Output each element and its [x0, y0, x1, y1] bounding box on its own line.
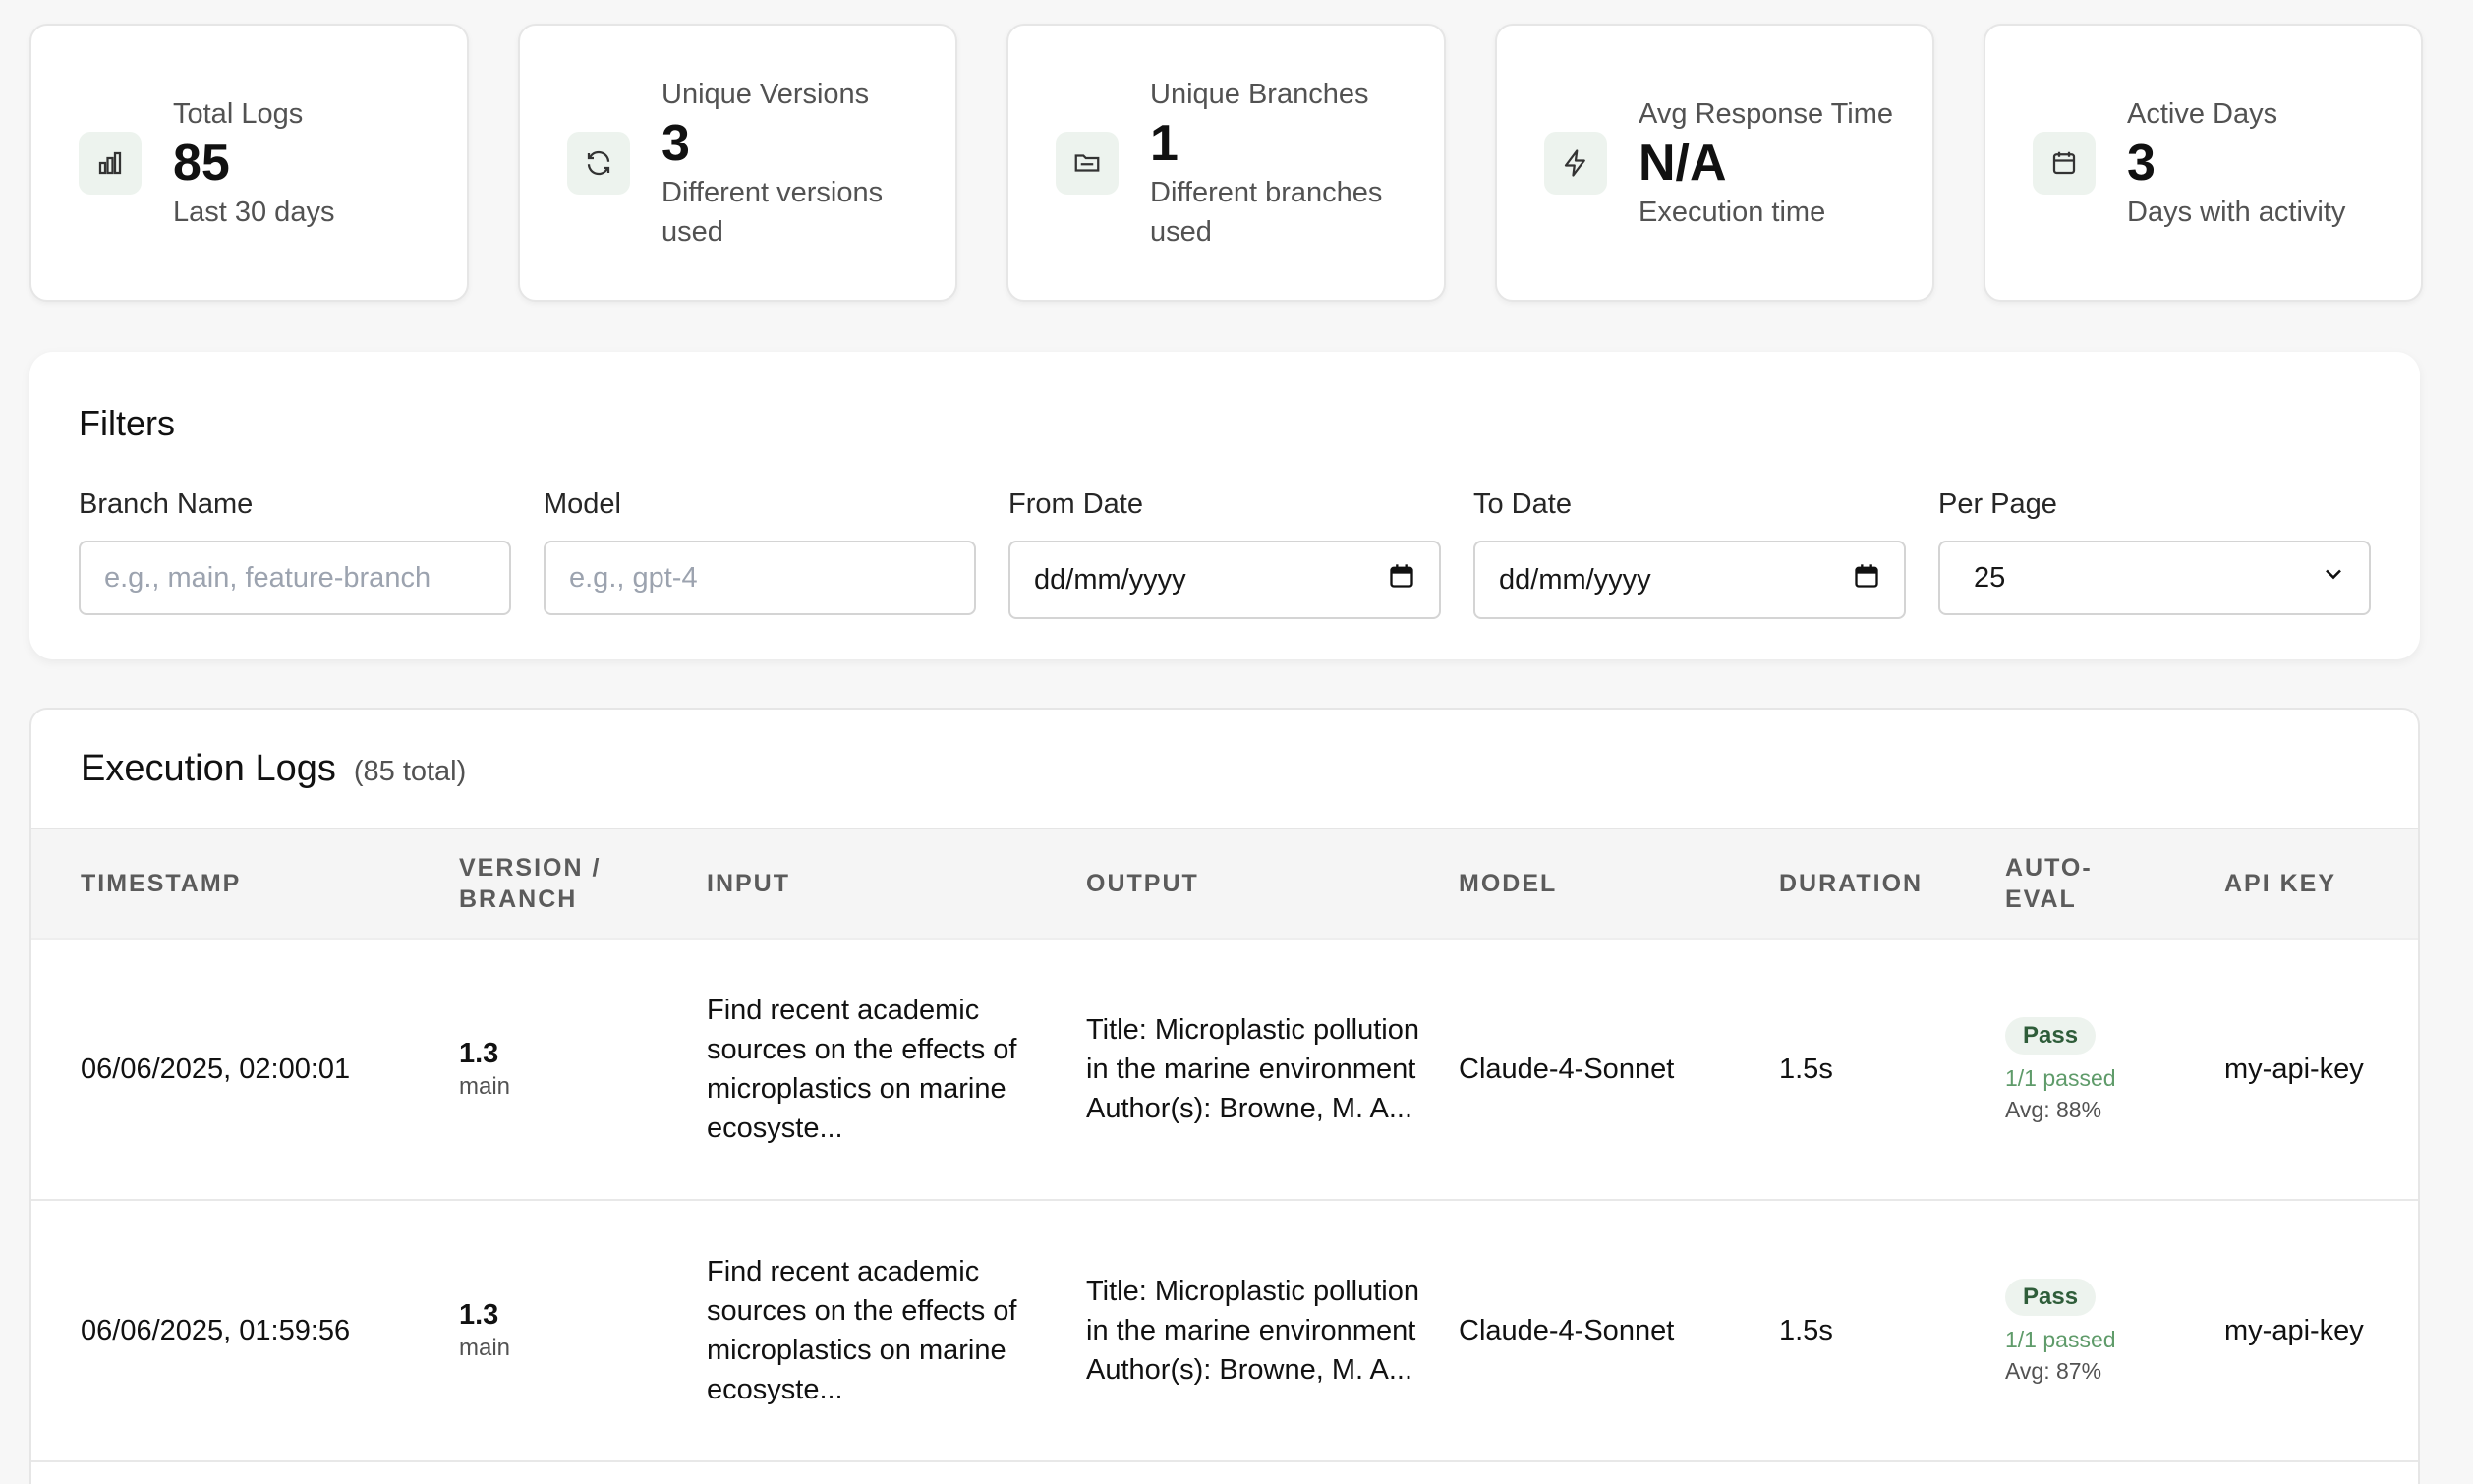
stat-card-unique-versions: Unique Versions 3 Different versions use… — [518, 24, 957, 302]
stat-value: 1 — [1150, 114, 1179, 172]
stat-sub: Days with activity — [2127, 196, 2346, 228]
folder-icon — [1056, 131, 1119, 195]
row-api-key: my-api-key — [2224, 1315, 2364, 1346]
row-branch: main — [459, 1335, 511, 1361]
column-header-version-branch[interactable]: VERSION / BRANCH — [459, 852, 707, 915]
stat-label: Unique Versions — [661, 78, 870, 110]
status-badge: Pass — [2005, 1016, 2097, 1055]
row-model: Claude-4-Sonnet — [1459, 1315, 1675, 1346]
eval-passed: 1/1 passed — [2005, 1064, 2116, 1091]
row-output: Title: Microplastic pollution in the mar… — [1086, 1276, 1419, 1386]
stat-sub: Last 30 days — [173, 196, 335, 228]
calendar-icon — [2033, 131, 2096, 195]
filter-row: Branch Name e.g., main, feature-branch M… — [79, 487, 2371, 619]
stat-label: Avg Response Time — [1639, 97, 1893, 130]
from-date-filter: From Date dd/mm/yyyy — [1008, 487, 1441, 619]
page: Total Logs 85 Last 30 days Unique Versio… — [0, 0, 2473, 1484]
row-version-branch: 1.3 main — [459, 1036, 707, 1103]
stat-card-unique-branches: Unique Branches 1 Different branches use… — [1006, 24, 1446, 302]
stat-sub: Different branches used — [1150, 176, 1383, 248]
stat-sub: Execution time — [1639, 196, 1826, 228]
branch-filter-label: Branch Name — [79, 488, 254, 520]
to-date-input[interactable]: dd/mm/yyyy — [1473, 541, 1906, 619]
column-header-version-branch-label: VERSION / BRANCH — [459, 854, 602, 913]
row-model: Claude-4-Sonnet — [1459, 1054, 1675, 1085]
logs-title: Execution Logs — [81, 747, 336, 789]
stat-card-active-days: Active Days 3 Days with activity — [1984, 24, 2423, 302]
execution-logs-panel: Execution Logs (85 total) TIMESTAMP VERS… — [29, 708, 2420, 1484]
filters-title: Filters — [79, 403, 175, 443]
stat-sub: Different versions used — [661, 176, 884, 248]
row-version: 1.3 — [459, 1038, 499, 1069]
eval-avg: Avg: 88% — [2005, 1096, 2102, 1122]
branch-filter: Branch Name e.g., main, feature-branch — [79, 487, 511, 619]
stat-value: N/A — [1639, 134, 1727, 192]
status-badge: Pass — [2005, 1278, 2097, 1316]
logs-count: (85 total) — [353, 755, 467, 787]
stat-label: Active Days — [2127, 97, 2278, 130]
table-row[interactable]: 06/06/2025, 02:00:01 1.3 main Find recen… — [31, 940, 2418, 1201]
per-page-select[interactable]: 25 — [1938, 541, 2371, 615]
stat-label: Total Logs — [173, 97, 304, 130]
to-date-label: To Date — [1473, 488, 1572, 520]
branch-name-input[interactable]: e.g., main, feature-branch — [79, 541, 511, 615]
row-auto-eval: Pass 1/1 passed Avg: 88% — [2005, 1014, 2224, 1125]
column-header-timestamp[interactable]: TIMESTAMP — [31, 868, 459, 899]
column-header-model[interactable]: MODEL — [1459, 868, 1779, 899]
stat-card-avg-response-time: Avg Response Time N/A Execution time — [1495, 24, 1934, 302]
bar-chart-icon — [79, 131, 142, 195]
row-input: Find recent academic sources on the effe… — [707, 995, 1017, 1144]
column-header-api-key[interactable]: API KEY — [2224, 868, 2418, 899]
row-timestamp: 06/06/2025, 01:59:56 — [81, 1315, 351, 1346]
row-branch: main — [459, 1073, 511, 1100]
from-date-input[interactable]: dd/mm/yyyy — [1008, 541, 1441, 619]
row-api-key: my-api-key — [2224, 1054, 2364, 1085]
per-page-label: Per Page — [1938, 488, 2057, 520]
stat-label: Unique Branches — [1150, 78, 1369, 110]
row-duration: 1.5s — [1779, 1054, 1833, 1085]
branch-name-placeholder: e.g., main, feature-branch — [104, 561, 431, 594]
from-date-label: From Date — [1008, 488, 1143, 520]
model-filter: Model e.g., gpt-4 — [544, 487, 976, 619]
from-date-value: dd/mm/yyyy — [1034, 563, 1186, 596]
to-date-filter: To Date dd/mm/yyyy — [1473, 487, 1906, 619]
row-output: Title: Microplastic pollution in the mar… — [1086, 1014, 1419, 1124]
stat-value: 3 — [2127, 134, 2156, 192]
eval-avg: Avg: 87% — [2005, 1357, 2102, 1384]
model-input[interactable]: e.g., gpt-4 — [544, 541, 976, 615]
column-header-auto-eval[interactable]: AUTO-EVAL — [2005, 852, 2224, 915]
stat-value: 85 — [173, 134, 230, 192]
eval-passed: 1/1 passed — [2005, 1326, 2116, 1352]
per-page-value: 25 — [1974, 561, 2006, 594]
filters-panel: Filters Branch Name e.g., main, feature-… — [29, 352, 2420, 659]
stat-card-total-logs: Total Logs 85 Last 30 days — [29, 24, 469, 302]
calendar-picker-icon[interactable] — [1853, 562, 1880, 598]
row-version: 1.3 — [459, 1299, 499, 1331]
lightning-icon — [1544, 131, 1607, 195]
model-placeholder: e.g., gpt-4 — [569, 561, 698, 594]
chevron-down-icon — [2320, 560, 2347, 596]
column-header-output[interactable]: OUTPUT — [1086, 868, 1459, 899]
model-filter-label: Model — [544, 488, 621, 520]
table-header: TIMESTAMP VERSION / BRANCH INPUT OUTPUT … — [31, 829, 2418, 940]
per-page-filter: Per Page 25 — [1938, 487, 2371, 619]
column-header-auto-eval-label: AUTO-EVAL — [2005, 854, 2093, 913]
calendar-picker-icon[interactable] — [1388, 562, 1415, 598]
logs-header: Execution Logs (85 total) — [31, 710, 2418, 829]
stats-row: Total Logs 85 Last 30 days Unique Versio… — [29, 24, 2423, 302]
row-timestamp: 06/06/2025, 02:00:01 — [81, 1054, 351, 1085]
column-header-duration[interactable]: DURATION — [1779, 868, 2005, 899]
row-version-branch: 1.3 main — [459, 1297, 707, 1364]
row-duration: 1.5s — [1779, 1315, 1833, 1346]
column-header-input[interactable]: INPUT — [707, 868, 1086, 899]
row-input: Find recent academic sources on the effe… — [707, 1256, 1017, 1405]
refresh-icon — [567, 131, 630, 195]
table-row[interactable]: 06/06/2025, 01:59:56 1.3 main Find recen… — [31, 1201, 2418, 1462]
row-auto-eval: Pass 1/1 passed Avg: 87% — [2005, 1276, 2224, 1387]
stat-value: 3 — [661, 114, 690, 172]
to-date-value: dd/mm/yyyy — [1499, 563, 1651, 596]
